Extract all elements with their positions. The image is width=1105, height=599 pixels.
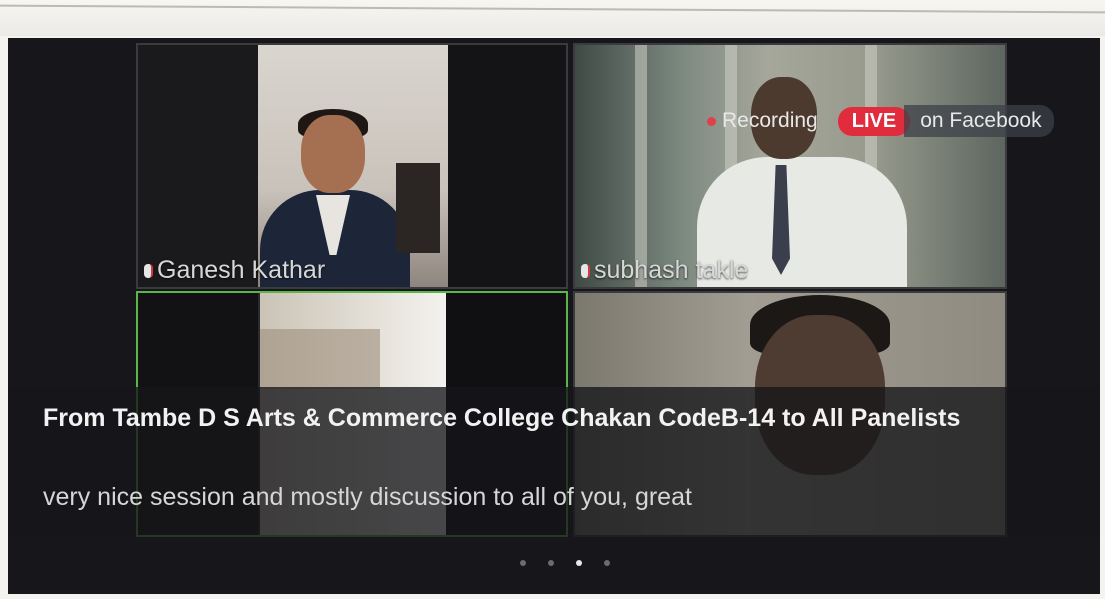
recording-status-bar: Recording LIVE on Facebook xyxy=(701,104,1098,138)
video-tile-subhash[interactable]: subhash takle xyxy=(573,43,1007,289)
mic-muted-icon xyxy=(144,263,153,278)
zoom-meeting-screen: Ganesh Kathar subhash takle Recording LI… xyxy=(8,38,1100,594)
mic-muted-icon xyxy=(581,263,590,278)
paper-edge xyxy=(0,0,1105,36)
page-dot[interactable] xyxy=(604,560,610,566)
page-dot[interactable] xyxy=(520,560,526,566)
chat-message: very nice session and mostly discussion … xyxy=(43,483,692,511)
page-dot-active[interactable] xyxy=(576,560,582,566)
live-badge[interactable]: LIVE xyxy=(837,106,911,136)
video-tile-ganesh[interactable]: Ganesh Kathar xyxy=(136,43,568,289)
page-dot[interactable] xyxy=(548,560,554,566)
gallery-pagination xyxy=(520,560,610,566)
participant-name: Ganesh Kathar xyxy=(144,256,325,285)
chat-sender: From Tambe D S Arts & Commerce College C… xyxy=(43,404,961,432)
live-destination-label[interactable]: on Facebook xyxy=(904,105,1054,137)
recording-dot-icon xyxy=(707,116,716,126)
participant-name: subhash takle xyxy=(581,256,748,285)
recording-label: Recording xyxy=(722,109,818,132)
